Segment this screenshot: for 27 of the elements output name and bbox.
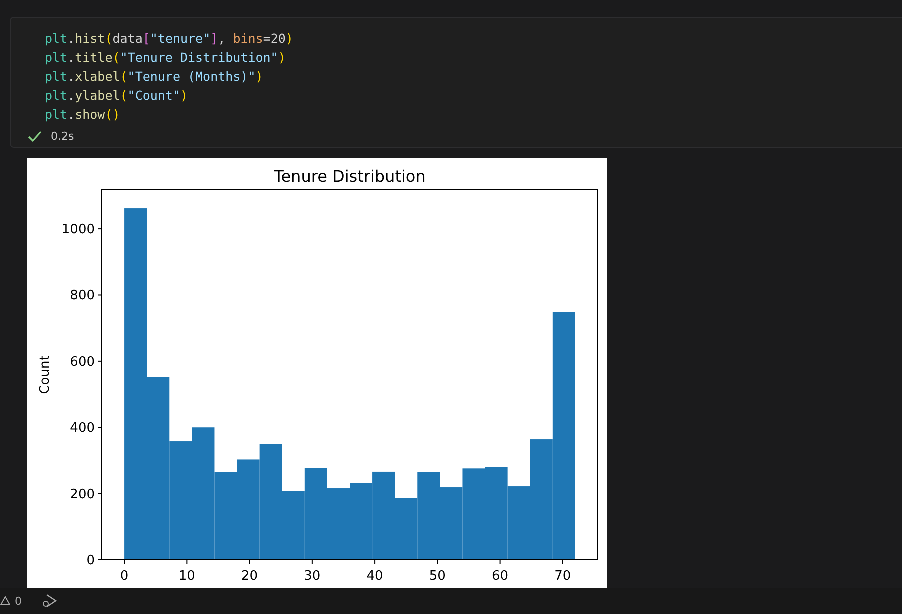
x-tick-label: 10 bbox=[178, 569, 196, 584]
x-tick-label: 40 bbox=[366, 569, 384, 584]
x-tick-label: 30 bbox=[304, 569, 321, 584]
x-tick-label: 60 bbox=[492, 569, 509, 584]
x-tick-label: 20 bbox=[242, 569, 258, 584]
x-tick-label: 0 bbox=[120, 569, 129, 584]
warning-icon bbox=[0, 596, 11, 606]
histogram-bar bbox=[395, 498, 418, 560]
code-line: plt.show() bbox=[45, 106, 122, 124]
y-tick-label: 600 bbox=[70, 354, 95, 370]
code-line: plt.ylabel("Count") bbox=[45, 87, 190, 105]
warning-count: 0 bbox=[15, 594, 22, 608]
y-tick-label: 0 bbox=[86, 554, 95, 568]
y-tick-label: 1000 bbox=[62, 222, 95, 238]
execution-time: 0.2s bbox=[51, 130, 74, 143]
code-line: plt.hist(data["tenure"], bins=20) bbox=[45, 30, 294, 48]
chart-title: Tenure Distribution bbox=[274, 167, 426, 186]
code-line: plt.xlabel("Tenure (Months)") bbox=[45, 68, 264, 86]
code-line: plt.title("Tenure Distribution") bbox=[45, 49, 287, 67]
x-tick-label: 70 bbox=[554, 569, 572, 584]
y-tick-label: 400 bbox=[70, 421, 95, 436]
debug-run-icon[interactable] bbox=[42, 594, 58, 608]
histogram-bar bbox=[327, 488, 350, 560]
y-tick-label: 200 bbox=[70, 487, 95, 502]
y-axis-label: Count bbox=[38, 356, 53, 394]
y-tick-label: 800 bbox=[70, 288, 95, 304]
x-tick-label: 50 bbox=[429, 569, 446, 584]
